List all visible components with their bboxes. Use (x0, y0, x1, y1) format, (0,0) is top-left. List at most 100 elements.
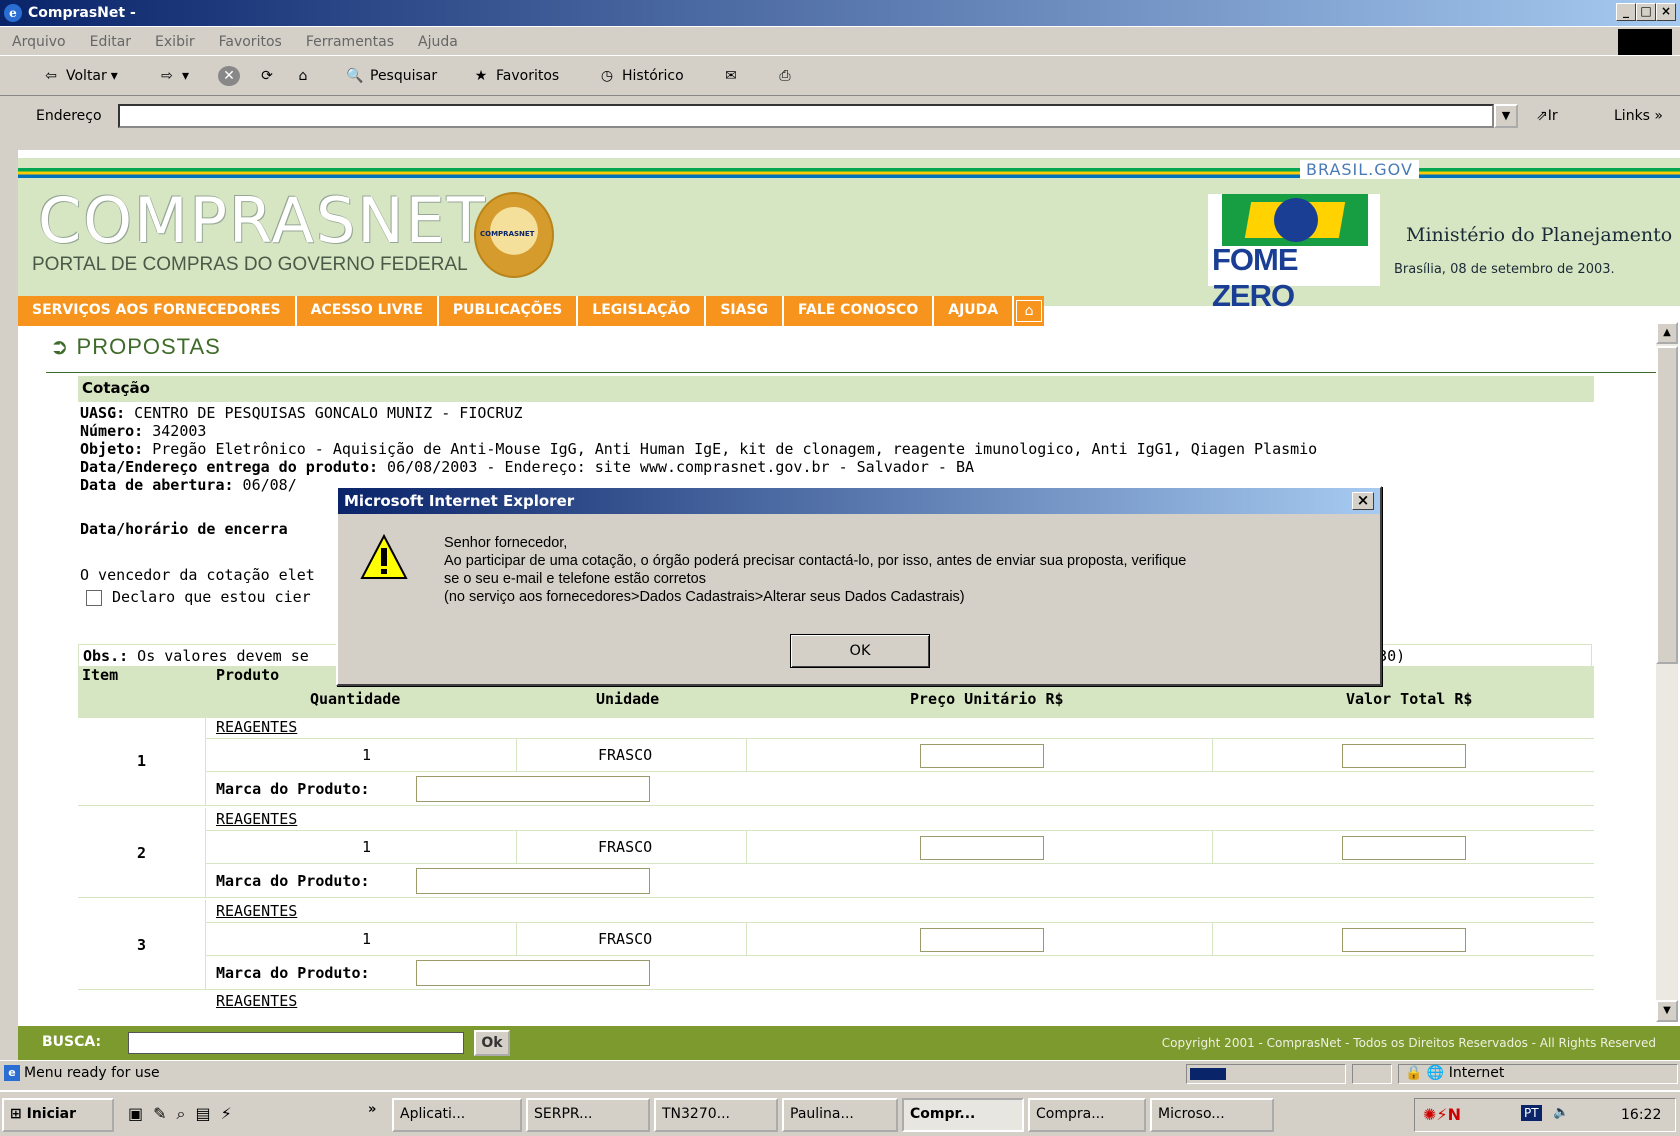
close-button[interactable]: × (1656, 3, 1676, 21)
marca-input[interactable] (416, 776, 650, 802)
progress-bar (1190, 1068, 1226, 1080)
uasg-line: UASG: CENTRO DE PESQUISAS GONCALO MUNIZ … (80, 404, 523, 422)
task-button[interactable]: Compra... (1028, 1098, 1146, 1132)
page-icon: e (4, 1065, 20, 1081)
brasil-gov-link[interactable]: BRASIL.GOV (1300, 160, 1419, 179)
divider (46, 372, 1658, 373)
home-icon[interactable]: ⌂ (292, 66, 314, 86)
nav-ajuda[interactable]: AJUDA (934, 296, 1015, 326)
abertura-line: Data de abertura: 06/08/ (80, 476, 297, 494)
produto-link[interactable]: REAGENTES (216, 810, 297, 828)
search-icon: 🔍 (346, 68, 364, 84)
nav-fale-conosco[interactable]: FALE CONOSCO (784, 296, 935, 326)
preco-unitario-input[interactable] (920, 744, 1044, 768)
dialog-message: Senhor fornecedor, Ao participar de uma … (444, 535, 1187, 605)
nav-acesso-livre[interactable]: ACESSO LIVRE (297, 296, 439, 326)
table-row: 2 REAGENTES 1 FRASCO Marca do Produto: (78, 808, 1594, 898)
dialog-ok-button[interactable]: OK (790, 634, 930, 668)
scroll-up-icon[interactable]: ▲ (1656, 322, 1678, 344)
task-button-active[interactable]: Compr... (902, 1098, 1024, 1132)
alert-dialog: Microsoft Internet Explorer × Senhor for… (336, 486, 1382, 686)
favorites-button[interactable]: ★ Favoritos (470, 66, 559, 86)
refresh-icon[interactable]: ⟳ (256, 66, 278, 86)
dialog-close-button[interactable]: × (1352, 492, 1374, 510)
windows-flag-icon (1618, 29, 1672, 55)
back-arrow-icon: ⇦ (45, 68, 57, 84)
produto-link[interactable]: REAGENTES (216, 992, 297, 1010)
marca-input[interactable] (416, 868, 650, 894)
preco-unitario-input[interactable] (920, 928, 1044, 952)
print-icon[interactable]: ⎙ (774, 66, 796, 86)
task-button[interactable]: Microso... (1150, 1098, 1274, 1132)
menu-editar[interactable]: Editar (78, 27, 143, 50)
menu-arquivo[interactable]: Arquivo (0, 27, 78, 50)
nav-siasg[interactable]: SIASG (706, 296, 785, 326)
history-button[interactable]: ◷ Histórico (596, 66, 684, 86)
marca-input[interactable] (416, 960, 650, 986)
minimize-button[interactable]: _ (1616, 3, 1636, 21)
preco-unitario-input[interactable] (920, 836, 1044, 860)
dropdown-arrow-icon: ▾ (110, 68, 118, 84)
status-bar: e Menu ready for use 🔒 🌐 Internet (0, 1060, 1680, 1086)
arrow-bullet-icon: ➲ (50, 334, 77, 359)
start-button[interactable]: ⊞ Iniciar (2, 1098, 114, 1132)
objeto-line: Objeto: Pregão Eletrônico - Aquisição de… (80, 440, 1318, 458)
forward-button[interactable]: ⇨ ▾ (156, 66, 189, 86)
forward-arrow-icon: ⇨ (161, 68, 173, 84)
scroll-down-icon[interactable]: ▼ (1656, 1000, 1678, 1022)
back-button[interactable]: ⇦ Voltar ▾ (40, 66, 118, 86)
task-button[interactable]: SERPR... (526, 1098, 650, 1132)
dropdown-arrow-icon: ▾ (182, 68, 190, 84)
maximize-button[interactable]: □ (1636, 3, 1656, 21)
scroll-thumb[interactable] (1656, 346, 1678, 664)
go-button[interactable]: ⇗Ir (1536, 108, 1558, 124)
declaro-line: Declaro que estou cier (80, 588, 311, 606)
nav-publicacoes[interactable]: PUBLICAÇÕES (439, 296, 579, 326)
valor-total-input[interactable] (1342, 744, 1466, 768)
menu-exibir[interactable]: Exibir (143, 27, 207, 50)
system-tray: ✺⚡N PT 🔈 16:22 (1414, 1098, 1676, 1132)
vencedor-text: O vencedor da cotação elet (80, 566, 315, 584)
address-dropdown-icon[interactable]: ▼ (1494, 104, 1518, 128)
comprasnet-seal: COMPRASNET (474, 192, 554, 278)
menu-favoritos[interactable]: Favoritos (207, 27, 294, 50)
busca-input[interactable] (128, 1032, 464, 1054)
mail-icon[interactable]: ✉ (720, 66, 742, 86)
produto-link[interactable]: REAGENTES (216, 902, 297, 920)
menu-ajuda[interactable]: Ajuda (406, 27, 470, 50)
page-title: ➲ PROPOSTAS (50, 334, 221, 359)
tray-icons[interactable]: ✺⚡N (1423, 1105, 1461, 1124)
language-indicator[interactable]: PT (1521, 1105, 1542, 1121)
nav-legislacao[interactable]: LEGISLAÇÃO (578, 296, 707, 326)
nav-servicos[interactable]: SERVIÇOS AOS FORNECEDORES (18, 296, 297, 326)
table-row: 1 REAGENTES 1 FRASCO Marca do Produto: (78, 716, 1594, 806)
zone-cell: 🔒 🌐 Internet (1398, 1064, 1678, 1084)
produto-link[interactable]: REAGENTES (216, 718, 297, 736)
valor-total-input[interactable] (1342, 928, 1466, 952)
go-arrow-icon: ⇗ (1536, 108, 1548, 124)
task-button[interactable]: Paulina... (782, 1098, 898, 1132)
address-input[interactable] (118, 104, 1494, 128)
copyright: Copyright 2001 - ComprasNet - Todos os D… (1161, 1036, 1656, 1050)
quick-launch-icons[interactable]: ▣✎⌕▤⚡ (128, 1104, 242, 1124)
links-button[interactable]: Links » (1614, 108, 1663, 124)
page-scrollbar[interactable]: ▲ ▼ (1656, 322, 1678, 1022)
valor-total-input[interactable] (1342, 836, 1466, 860)
progress-cell (1186, 1064, 1346, 1084)
menu-ferramentas[interactable]: Ferramentas (294, 27, 406, 50)
volume-icon[interactable]: 🔈 (1553, 1105, 1569, 1120)
address-bar: Endereço ▼ ⇗Ir Links » (0, 96, 1680, 136)
nav-home-icon[interactable]: ⌂ (1016, 300, 1043, 322)
search-button[interactable]: 🔍 Pesquisar (344, 66, 437, 86)
quick-launch-more-icon[interactable]: » (368, 1102, 376, 1117)
stop-icon[interactable]: ✕ (218, 66, 240, 86)
task-button[interactable]: Aplicati... (392, 1098, 522, 1132)
task-button[interactable]: TN3270... (654, 1098, 778, 1132)
clock: 16:22 (1621, 1107, 1662, 1123)
encerramento-line: Data/horário de encerra (80, 520, 288, 538)
windows-logo-icon: ⊞ (10, 1106, 22, 1122)
entrega-line: Data/Endereço entrega do produto: 06/08/… (80, 458, 975, 476)
declaro-checkbox[interactable] (86, 589, 102, 606)
main-nav: SERVIÇOS AOS FORNECEDORES ACESSO LIVRE P… (18, 296, 1045, 326)
busca-ok-button[interactable]: Ok (474, 1030, 510, 1056)
